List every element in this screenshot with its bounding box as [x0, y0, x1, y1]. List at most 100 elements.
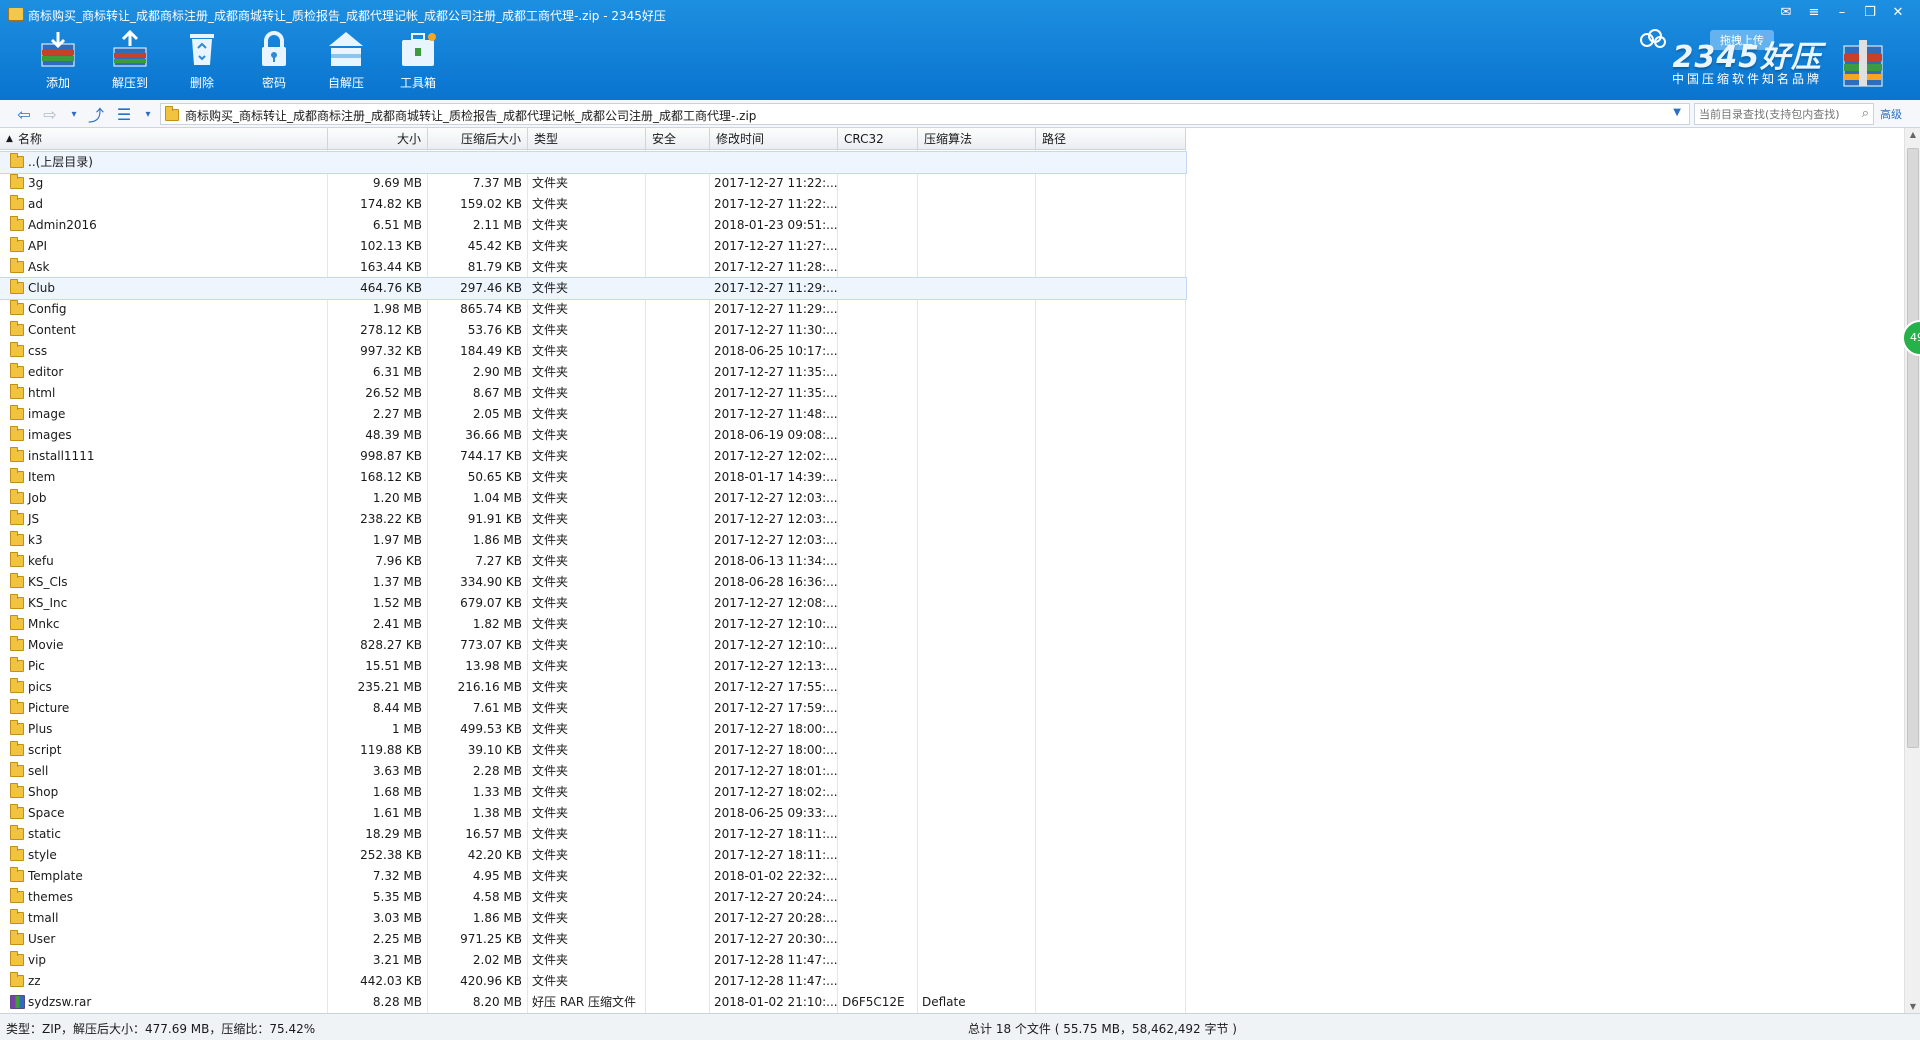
table-row[interactable]: Ask 163.44 KB 81.79 KB 文件夹 2017-12-27 11:28:… — [0, 257, 1186, 278]
table-row[interactable]: Config 1.98 MB 865.74 KB 文件夹 2017-12-27 11:2… — [0, 299, 1186, 320]
table-row[interactable]: Item 168.12 KB 50.65 KB 文件夹 2018-01-17 14:39… — [0, 467, 1186, 488]
maximize-button[interactable]: ❐ — [1858, 3, 1882, 23]
table-row[interactable]: k3 1.97 MB 1.86 MB 文件夹 2017-12-27 12:03:... — [0, 530, 1186, 551]
toolbox-button[interactable]: 工具箱 — [388, 30, 448, 94]
table-row[interactable]: Mnkc 2.41 MB 1.82 MB 文件夹 2017-12-27 12:10:..… — [0, 614, 1186, 635]
table-row[interactable]: static 18.29 MB 16.57 MB 文件夹 2017-12-27 18:1… — [0, 824, 1186, 845]
compressed-size: 334.90 KB — [460, 575, 522, 589]
table-row[interactable]: css 997.32 KB 184.49 KB 文件夹 2018-06-25 10:17… — [0, 341, 1186, 362]
compression-method — [918, 698, 1036, 719]
back-arrow-icon[interactable]: ⇦ — [14, 104, 34, 124]
table-row[interactable]: KS_Inc 1.52 MB 679.07 KB 文件夹 2017-12-27 12:0… — [0, 593, 1186, 614]
path-field[interactable]: 商标购买_商标转让_成都商标注册_成都商城转让_质检报告_成都代理记帐_成都公司… — [160, 103, 1690, 125]
search-field[interactable]: ⌕ — [1694, 103, 1874, 125]
table-row[interactable]: Club 464.76 KB 297.46 KB 文件夹 2017-12-27 11:2… — [0, 277, 1187, 300]
window-title: 商标购买_商标转让_成都商标注册_成都商城转让_质检报告_成都代理记帐_成都公司… — [28, 9, 666, 23]
table-row[interactable]: vip 3.21 MB 2.02 MB 文件夹 2017-12-28 11:47:... — [0, 950, 1186, 971]
table-row[interactable]: Movie 828.27 KB 773.07 KB 文件夹 2017-12-27 12:… — [0, 635, 1186, 656]
compressed-size: 971.25 KB — [460, 932, 522, 946]
crc32-value — [838, 530, 918, 551]
table-row[interactable]: html 26.52 MB 8.67 MB 文件夹 2017-12-27 11:35:.… — [0, 383, 1186, 404]
column-size[interactable]: 大小 — [328, 128, 428, 150]
table-row[interactable]: Template 7.32 MB 4.95 MB 文件夹 2018-01-02 22:3… — [0, 866, 1186, 887]
forward-arrow-icon[interactable]: ⇨ — [40, 104, 60, 124]
file-size: 8.28 MB — [372, 995, 422, 1009]
extract-to-button[interactable]: 解压到 — [100, 30, 160, 94]
crc32-value — [838, 404, 918, 425]
table-row[interactable]: style 252.38 KB 42.20 KB 文件夹 2017-12-27 18:1… — [0, 845, 1186, 866]
scroll-down-icon[interactable]: ▼ — [1908, 1002, 1918, 1011]
table-row[interactable]: Content 278.12 KB 53.76 KB 文件夹 2017-12-27 11… — [0, 320, 1186, 341]
path-dropdown-icon[interactable]: ▼ — [1673, 107, 1681, 118]
table-row[interactable]: image 2.27 MB 2.05 MB 文件夹 2017-12-27 11:48:.… — [0, 404, 1186, 425]
advanced-search-link[interactable]: 高级 — [1880, 106, 1902, 122]
column-name[interactable]: ▲ 名称 — [0, 128, 328, 150]
close-button[interactable]: ✕ — [1886, 3, 1910, 23]
add-button[interactable]: 添加 — [28, 30, 88, 94]
modified-time: 2017-12-27 11:29:... — [714, 281, 838, 295]
table-row[interactable]: sydzsw.rar 8.28 MB 8.20 MB 好压 RAR 压缩文件 2018-… — [0, 992, 1186, 1013]
file-size: 8.44 MB — [372, 701, 422, 715]
up-folder-icon[interactable]: ⤴ — [86, 104, 106, 125]
table-row[interactable]: themes 5.35 MB 4.58 MB 文件夹 2017-12-27 20:24:… — [0, 887, 1186, 908]
modified-time: 2017-12-27 11:27:... — [714, 239, 838, 253]
table-row[interactable]: Picture 8.44 MB 7.61 MB 文件夹 2017-12-27 17:59… — [0, 698, 1186, 719]
view-list-icon[interactable]: ☰ — [114, 104, 134, 124]
compression-method — [918, 236, 1036, 257]
delete-button[interactable]: 删除 — [172, 30, 232, 94]
history-dropdown-icon[interactable]: ▾ — [64, 104, 84, 124]
view-dropdown-icon[interactable]: ▾ — [138, 104, 158, 124]
table-row[interactable]: editor 6.31 MB 2.90 MB 文件夹 2017-12-27 11:35:… — [0, 362, 1186, 383]
column-path[interactable]: 路径 — [1036, 128, 1186, 150]
table-row[interactable]: Admin2016 6.51 MB 2.11 MB 文件夹 2018-01-23 09:… — [0, 215, 1186, 236]
compressed-size: 744.17 KB — [460, 449, 522, 463]
column-security[interactable]: 安全 — [646, 128, 710, 150]
table-row[interactable]: User 2.25 MB 971.25 KB 文件夹 2017-12-27 20:30:… — [0, 929, 1186, 950]
table-row[interactable]: install1111 998.87 KB 744.17 KB 文件夹 2017-12-… — [0, 446, 1186, 467]
table-row[interactable]: script 119.88 KB 39.10 KB 文件夹 2017-12-27 18:… — [0, 740, 1186, 761]
table-row[interactable]: sell 3.63 MB 2.28 MB 文件夹 2017-12-27 18:01:..… — [0, 761, 1186, 782]
search-input[interactable] — [1695, 104, 1845, 124]
table-row[interactable]: Space 1.61 MB 1.38 MB 文件夹 2018-06-25 09:33:.… — [0, 803, 1186, 824]
minimize-button[interactable]: – — [1830, 3, 1854, 23]
crc32-value — [838, 488, 918, 509]
self-extract-icon — [326, 30, 366, 68]
table-row[interactable]: images 48.39 MB 36.66 MB 文件夹 2018-06-19 09:0… — [0, 425, 1186, 446]
scroll-thumb[interactable] — [1907, 148, 1919, 748]
message-icon[interactable]: ✉ — [1774, 3, 1798, 23]
file-name: Ask — [28, 260, 50, 274]
column-type[interactable]: 类型 — [528, 128, 646, 150]
search-icon[interactable]: ⌕ — [1862, 106, 1869, 121]
crc32-value — [838, 656, 918, 677]
compressed-size: 420.96 KB — [460, 974, 522, 988]
column-compressed-size[interactable]: 压缩后大小 — [428, 128, 528, 150]
vertical-scrollbar[interactable]: ▲ ▼ — [1904, 128, 1920, 1013]
table-row[interactable]: 3g 9.69 MB 7.37 MB 文件夹 2017-12-27 11:22:... — [0, 173, 1186, 194]
table-row[interactable]: API 102.13 KB 45.42 KB 文件夹 2017-12-27 11:27:… — [0, 236, 1186, 257]
table-row[interactable]: JS 238.22 KB 91.91 KB 文件夹 2017-12-27 12:03:.… — [0, 509, 1186, 530]
file-type: 文件夹 — [532, 617, 569, 631]
table-row[interactable]: Plus 1 MB 499.53 KB 文件夹 2017-12-27 18:00:... — [0, 719, 1186, 740]
table-row[interactable]: ad 174.82 KB 159.02 KB 文件夹 2017-12-27 11:22:… — [0, 194, 1186, 215]
column-compression-method[interactable]: 压缩算法 — [918, 128, 1036, 150]
table-row[interactable]: Pic 15.51 MB 13.98 MB 文件夹 2017-12-27 12:13:.… — [0, 656, 1186, 677]
table-row[interactable]: zz 442.03 KB 420.96 KB 文件夹 2017-12-28 11:47:… — [0, 971, 1186, 992]
parent-directory-row[interactable]: ..(上层目录) — [0, 151, 1187, 174]
modified-time: 2017-12-27 11:29:... — [714, 302, 838, 316]
table-row[interactable]: tmall 3.03 MB 1.86 MB 文件夹 2017-12-27 20:28:.… — [0, 908, 1186, 929]
self-extract-button[interactable]: 自解压 — [316, 30, 376, 94]
add-archive-icon — [38, 30, 78, 68]
table-row[interactable]: kefu 7.96 KB 7.27 KB 文件夹 2018-06-13 11:34:..… — [0, 551, 1186, 572]
compressed-size: 39.10 KB — [467, 743, 522, 757]
table-row[interactable]: Job 1.20 MB 1.04 MB 文件夹 2017-12-27 12:03:... — [0, 488, 1186, 509]
file-size: 278.12 KB — [360, 323, 422, 337]
table-row[interactable]: KS_Cls 1.37 MB 334.90 KB 文件夹 2018-06-28 16:3… — [0, 572, 1186, 593]
menu-icon[interactable]: ≡ — [1802, 3, 1826, 23]
password-button[interactable]: 密码 — [244, 30, 304, 94]
table-row[interactable]: Shop 1.68 MB 1.33 MB 文件夹 2017-12-27 18:02:..… — [0, 782, 1186, 803]
column-crc32[interactable]: CRC32 — [838, 128, 918, 150]
table-row[interactable]: pics 235.21 MB 216.16 MB 文件夹 2017-12-27 17:5… — [0, 677, 1186, 698]
file-type: 文件夹 — [532, 323, 569, 337]
scroll-up-icon[interactable]: ▲ — [1908, 130, 1918, 139]
column-modified-time[interactable]: 修改时间 — [710, 128, 838, 150]
